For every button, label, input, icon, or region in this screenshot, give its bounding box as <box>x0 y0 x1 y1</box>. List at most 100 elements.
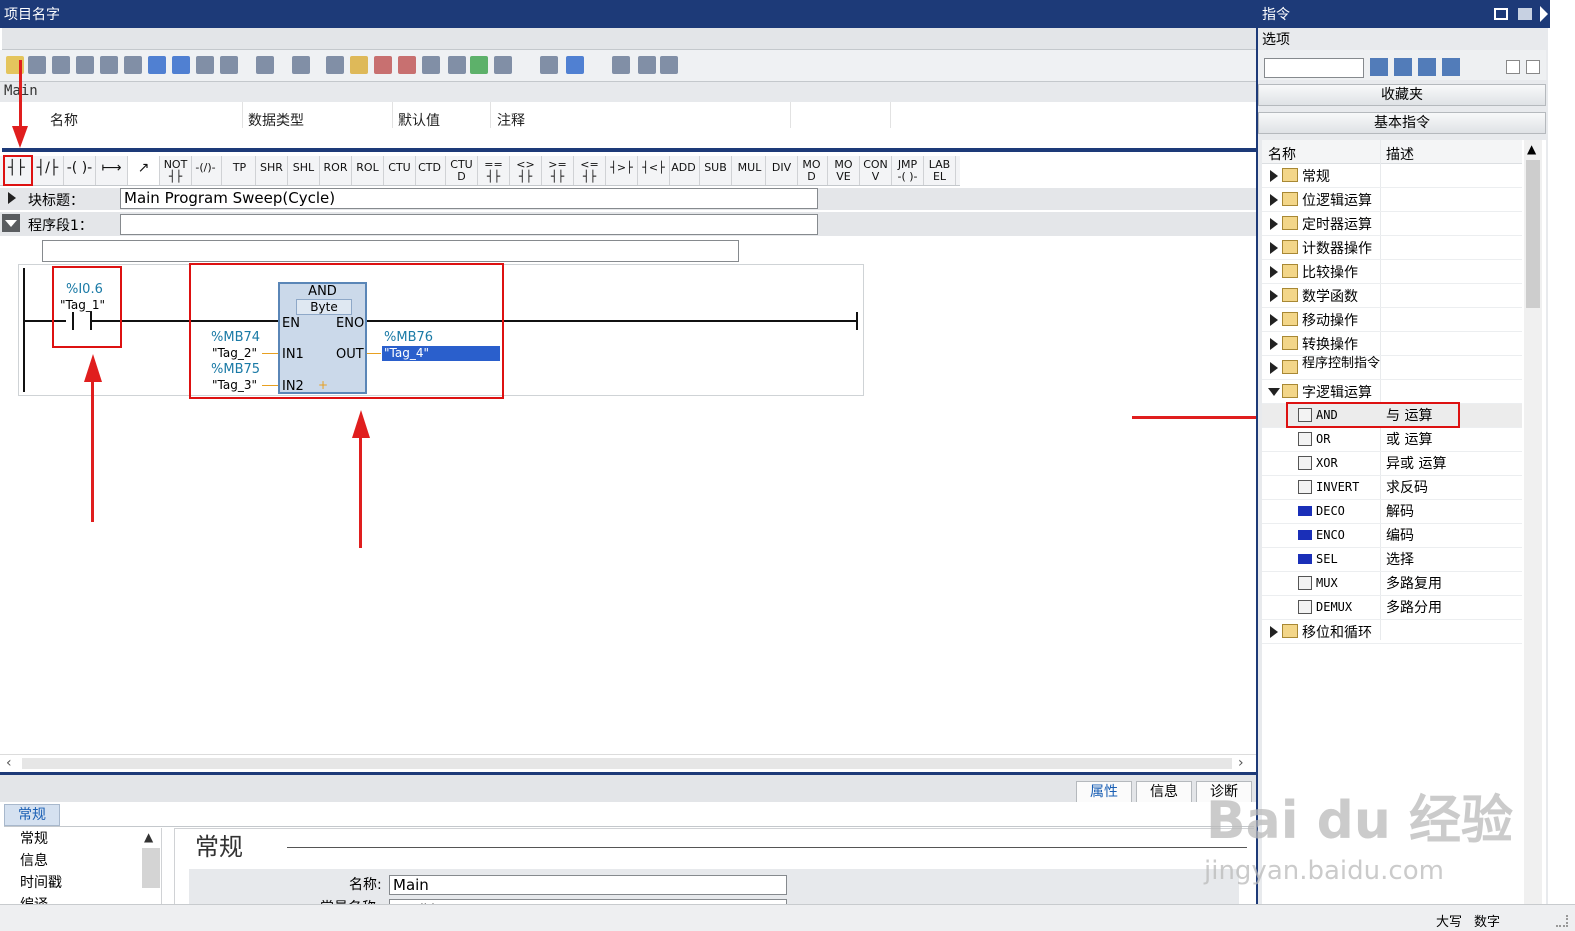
toolbar-icon[interactable] <box>1394 58 1412 76</box>
toolbar-icon[interactable] <box>1442 58 1460 76</box>
tree-scroll-thumb[interactable] <box>1526 160 1540 308</box>
horizontal-scrollbar[interactable]: ‹ › <box>0 754 1256 772</box>
toolbar-icon-17[interactable] <box>422 56 440 74</box>
instruction-or[interactable]: OR 或 运算 <box>1262 428 1522 452</box>
view-icon[interactable] <box>1526 60 1540 74</box>
ladder-btn-3[interactable]: -( )- <box>64 156 96 185</box>
instruction-sel[interactable]: SEL 选择 <box>1262 548 1522 572</box>
collapse-panel-icon[interactable] <box>1540 6 1548 22</box>
instruction-and[interactable]: AND 与 运算 <box>1262 402 1522 428</box>
ladder-btn-7[interactable]: -(/)- <box>190 156 222 185</box>
expand-arrow-icon[interactable] <box>1270 194 1278 206</box>
dock-icon[interactable] <box>1518 8 1532 20</box>
ladder-btn-4[interactable]: ⟼ <box>96 156 128 185</box>
folder-7[interactable]: 移动操作 <box>1262 308 1522 332</box>
toolbar-icon-11[interactable] <box>256 56 274 74</box>
folder-10[interactable]: 字逻辑运算 <box>1262 380 1522 404</box>
network-title-input[interactable] <box>120 214 818 235</box>
toolbar-icon-22[interactable] <box>566 56 584 74</box>
toolbar-icon-21[interactable] <box>540 56 558 74</box>
toolbar-icon-13[interactable] <box>326 56 344 74</box>
scroll-thumb[interactable] <box>22 758 1232 769</box>
folder-shift-rotate[interactable]: 移位和循环 <box>1262 620 1522 644</box>
toolbar-icon-4[interactable] <box>76 56 94 74</box>
expand-arrow-icon[interactable] <box>1270 338 1278 350</box>
ladder-btn-15[interactable]: CTU D <box>446 156 478 185</box>
toolbar-icon[interactable] <box>1370 58 1388 76</box>
view-icon[interactable] <box>1506 60 1520 74</box>
expand-arrow-icon[interactable] <box>1270 170 1278 182</box>
tree-scrollbar[interactable]: ▲ <box>1524 140 1542 904</box>
tab-properties[interactable]: 属性 <box>1076 781 1132 803</box>
subtab-general[interactable]: 常规 <box>4 804 60 826</box>
toolbar-icon-19[interactable] <box>470 56 488 74</box>
expand-arrow-icon[interactable] <box>1270 362 1278 374</box>
instruction-enco[interactable]: ENCO 编码 <box>1262 524 1522 548</box>
ladder-btn-18[interactable]: >= ┤├ <box>542 156 574 185</box>
folder-9[interactable]: 程序控制指令 <box>1262 356 1522 380</box>
float-icon[interactable] <box>1494 8 1508 20</box>
expand-arrow-icon[interactable] <box>8 192 16 204</box>
nav-item-compile[interactable]: 编译 <box>4 894 161 904</box>
toolbar-icon-18[interactable] <box>448 56 466 74</box>
expand-arrow-icon[interactable] <box>1270 290 1278 302</box>
ladder-btn-12[interactable]: ROL <box>352 156 384 185</box>
ladder-btn-24[interactable]: MUL <box>734 156 766 185</box>
scroll-right-icon[interactable]: › <box>1238 755 1244 771</box>
col-name-header[interactable]: 名称 <box>1268 144 1296 164</box>
name-input[interactable]: Main <box>389 875 787 895</box>
toolbar-icon[interactable] <box>1418 58 1436 76</box>
ladder-btn-22[interactable]: ADD <box>668 156 700 185</box>
nav-item-general[interactable]: 常规 <box>4 828 161 850</box>
toolbar-icon-8[interactable] <box>172 56 190 74</box>
ladder-btn-2[interactable]: ┤/├ <box>32 156 64 185</box>
toolbar-icon-16[interactable] <box>398 56 416 74</box>
favorite-icon[interactable] <box>350 56 368 74</box>
nav-scroll-thumb[interactable] <box>142 848 160 888</box>
ladder-btn-26[interactable]: MO D <box>796 156 828 185</box>
expand-arrow-icon[interactable] <box>1270 242 1278 254</box>
toolbar-icon-12[interactable] <box>292 56 310 74</box>
folder-4[interactable]: 计数器操作 <box>1262 236 1522 260</box>
toolbar-icon-25[interactable] <box>660 56 678 74</box>
collapse-arrow-icon[interactable] <box>1268 388 1280 396</box>
ladder-btn-29[interactable]: JMP -( )- <box>892 156 924 185</box>
toolbar-icon-6[interactable] <box>124 56 142 74</box>
scroll-left-icon[interactable]: ‹ <box>6 755 12 771</box>
favorites-header[interactable]: 收藏夹 <box>1258 84 1546 106</box>
toolbar-icon-10[interactable] <box>220 56 238 74</box>
toolbar-icon-24[interactable] <box>638 56 656 74</box>
folder-8[interactable]: 转换操作 <box>1262 332 1522 356</box>
ladder-btn-20[interactable]: ┤>├ <box>606 156 638 185</box>
folder-6[interactable]: 数学函数 <box>1262 284 1522 308</box>
expand-arrow-icon[interactable] <box>1270 266 1278 278</box>
comment-icon[interactable] <box>196 56 214 74</box>
expand-arrow-icon[interactable] <box>1270 626 1278 638</box>
ladder-btn-23[interactable]: SUB <box>700 156 732 185</box>
folder-3[interactable]: 定时器运算 <box>1262 212 1522 236</box>
basic-instructions-header[interactable]: 基本指令 <box>1258 112 1546 134</box>
col-comment-header[interactable]: 注释 <box>497 110 525 130</box>
instruction-search-input[interactable] <box>1264 58 1364 78</box>
block-title-input[interactable]: Main Program Sweep(Cycle) <box>120 188 818 209</box>
expand-arrow-icon[interactable] <box>1270 314 1278 326</box>
toolbar-icon-15[interactable] <box>374 56 392 74</box>
instruction-invert[interactable]: INVERT 求反码 <box>1262 476 1522 500</box>
toolbar-icon-20[interactable] <box>494 56 512 74</box>
ladder-btn-17[interactable]: <> ┤├ <box>510 156 542 185</box>
delete-network-icon[interactable] <box>28 56 46 74</box>
ladder-btn-13[interactable]: CTU <box>384 156 416 185</box>
tree-scroll-up-icon[interactable]: ▲ <box>1527 142 1536 156</box>
ladder-btn-14[interactable]: CTD <box>414 156 446 185</box>
toolbar-icon-3[interactable] <box>52 56 70 74</box>
network-comment-input[interactable] <box>42 240 739 262</box>
ladder-btn-5[interactable]: ↗ <box>128 156 160 185</box>
ladder-btn-11[interactable]: ROR <box>320 156 352 185</box>
ladder-btn-16[interactable]: == ┤├ <box>478 156 510 185</box>
expand-arrow-icon[interactable] <box>1270 218 1278 230</box>
instruction-mux[interactable]: MUX 多路复用 <box>1262 572 1522 596</box>
tab-info[interactable]: 信息 <box>1136 781 1192 803</box>
instruction-deco[interactable]: DECO 解码 <box>1262 500 1522 524</box>
resize-grip-icon[interactable] <box>1556 915 1568 927</box>
toolbar-icon-5[interactable] <box>100 56 118 74</box>
